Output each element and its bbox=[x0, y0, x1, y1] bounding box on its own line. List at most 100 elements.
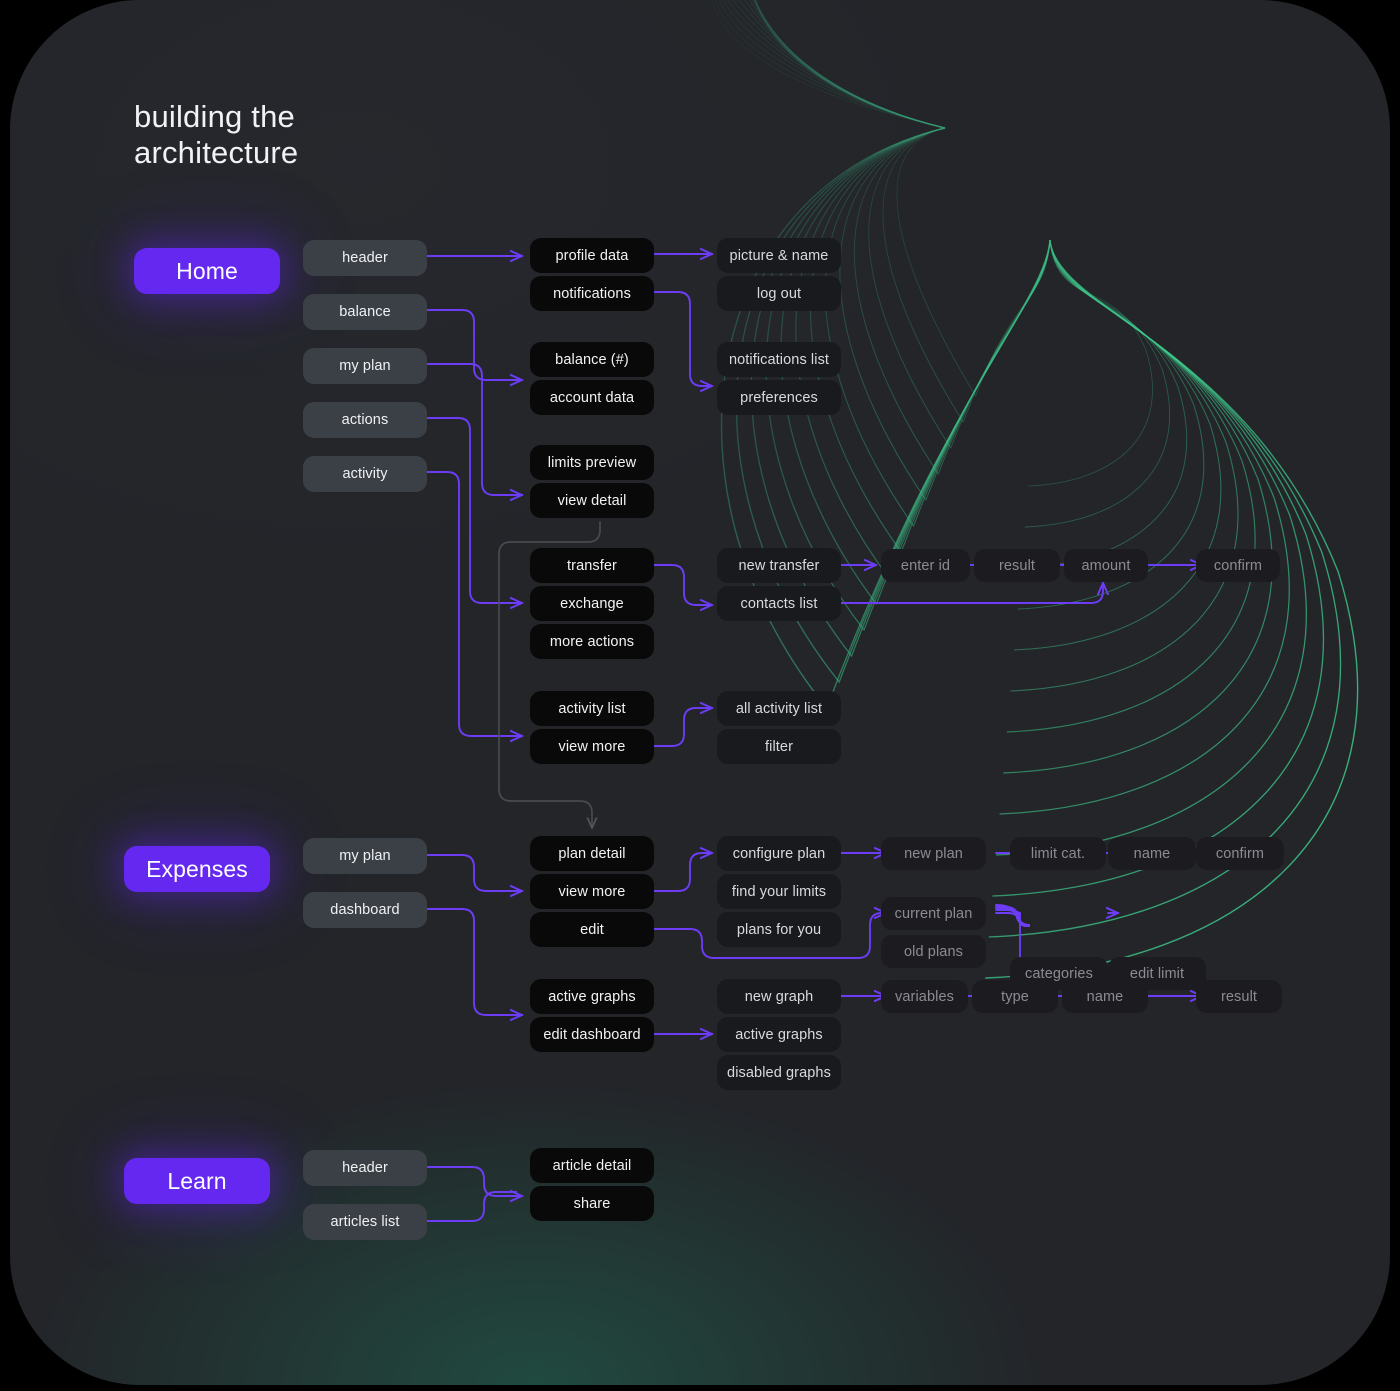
node-label: type bbox=[1001, 988, 1029, 1005]
section-badge-expenses[interactable]: Expenses bbox=[124, 846, 270, 892]
node-label: exchange bbox=[560, 595, 624, 612]
node-label: notifications bbox=[553, 285, 631, 302]
node-transfer-confirm[interactable]: confirm bbox=[1196, 549, 1280, 582]
node-label: activity bbox=[342, 466, 388, 482]
node-plan-edit[interactable]: edit bbox=[530, 912, 654, 947]
node-home-header[interactable]: header bbox=[303, 240, 427, 276]
node-preferences[interactable]: preferences bbox=[717, 380, 841, 415]
node-profile-data[interactable]: profile data bbox=[530, 238, 654, 273]
node-enter-id[interactable]: enter id bbox=[881, 549, 970, 582]
node-label: limit cat. bbox=[1030, 845, 1086, 862]
node-active-graphs[interactable]: active graphs bbox=[530, 979, 654, 1014]
node-label: header bbox=[342, 1160, 388, 1176]
node-graph-type[interactable]: type bbox=[972, 980, 1058, 1013]
node-graphs-active[interactable]: active graphs bbox=[717, 1017, 841, 1052]
section-badge-home[interactable]: Home bbox=[134, 248, 280, 294]
node-label: confirm bbox=[1215, 845, 1265, 862]
node-label: name bbox=[1086, 988, 1124, 1005]
node-learn-header[interactable]: header bbox=[303, 1150, 427, 1186]
node-limits-preview[interactable]: limits preview bbox=[530, 445, 654, 480]
node-transfer-result[interactable]: result bbox=[974, 549, 1060, 582]
node-activity-list[interactable]: activity list bbox=[530, 691, 654, 726]
node-plan-detail[interactable]: plan detail bbox=[530, 836, 654, 871]
node-articles-list[interactable]: articles list bbox=[303, 1204, 427, 1240]
node-label: new transfer bbox=[738, 557, 820, 574]
node-label: account data bbox=[549, 389, 635, 406]
node-amount[interactable]: amount bbox=[1064, 549, 1148, 582]
node-label: active graphs bbox=[548, 988, 636, 1005]
node-label: dashboard bbox=[330, 902, 400, 918]
node-label: new plan bbox=[904, 845, 963, 862]
node-graph-result[interactable]: result bbox=[1196, 980, 1282, 1013]
node-label: disabled graphs bbox=[727, 1064, 831, 1081]
node-disabled-graphs[interactable]: disabled graphs bbox=[717, 1055, 841, 1090]
node-limit-cat[interactable]: limit cat. bbox=[1010, 837, 1106, 870]
node-filter[interactable]: filter bbox=[717, 729, 841, 764]
node-label: filter bbox=[765, 738, 793, 755]
node-balance-count[interactable]: balance (#) bbox=[530, 342, 654, 377]
node-view-detail[interactable]: view detail bbox=[530, 483, 654, 518]
node-edit-dashboard[interactable]: edit dashboard bbox=[530, 1017, 654, 1052]
node-label: more actions bbox=[549, 633, 635, 650]
node-variables[interactable]: variables bbox=[881, 980, 968, 1013]
node-notifications-list[interactable]: notifications list bbox=[717, 342, 841, 377]
node-expenses-dashboard[interactable]: dashboard bbox=[303, 892, 427, 928]
node-label: preferences bbox=[740, 389, 818, 406]
node-label: articles list bbox=[330, 1214, 400, 1230]
node-plan-view-more[interactable]: view more bbox=[530, 874, 654, 909]
node-label: view more bbox=[558, 738, 626, 755]
node-label: name bbox=[1133, 845, 1171, 862]
node-label: result bbox=[998, 557, 1036, 574]
node-contacts-list[interactable]: contacts list bbox=[717, 586, 841, 621]
node-label: balance bbox=[339, 304, 391, 320]
node-label: enter id bbox=[900, 557, 951, 574]
node-new-graph[interactable]: new graph bbox=[717, 979, 841, 1014]
node-label: profile data bbox=[555, 247, 629, 264]
node-old-plans[interactable]: old plans bbox=[881, 935, 986, 968]
node-label: plan detail bbox=[558, 845, 626, 862]
node-account-data[interactable]: account data bbox=[530, 380, 654, 415]
node-home-my-plan[interactable]: my plan bbox=[303, 348, 427, 384]
node-label: configure plan bbox=[732, 845, 826, 862]
node-current-plan[interactable]: current plan bbox=[881, 897, 986, 930]
node-label: log out bbox=[756, 285, 802, 302]
node-label: current plan bbox=[894, 905, 973, 922]
node-label: confirm bbox=[1213, 557, 1263, 574]
node-new-transfer[interactable]: new transfer bbox=[717, 548, 841, 583]
node-label: view more bbox=[558, 883, 626, 900]
node-label: my plan bbox=[339, 848, 391, 864]
node-more-actions[interactable]: more actions bbox=[530, 624, 654, 659]
node-label: all activity list bbox=[735, 700, 823, 717]
node-label: header bbox=[342, 250, 388, 266]
node-find-your-limits[interactable]: find your limits bbox=[717, 874, 841, 909]
node-new-plan[interactable]: new plan bbox=[881, 837, 986, 870]
node-all-activity-list[interactable]: all activity list bbox=[717, 691, 841, 726]
node-transfer[interactable]: transfer bbox=[530, 548, 654, 583]
node-home-actions[interactable]: actions bbox=[303, 402, 427, 438]
node-label: notifications list bbox=[728, 351, 830, 368]
node-share[interactable]: share bbox=[530, 1186, 654, 1221]
node-graph-name[interactable]: name bbox=[1062, 980, 1148, 1013]
node-label: transfer bbox=[567, 557, 617, 574]
node-log-out[interactable]: log out bbox=[717, 276, 841, 311]
node-home-activity[interactable]: activity bbox=[303, 456, 427, 492]
node-notifications[interactable]: notifications bbox=[530, 276, 654, 311]
node-plans-for-you[interactable]: plans for you bbox=[717, 912, 841, 947]
node-label: article detail bbox=[552, 1157, 632, 1174]
section-badge-learn[interactable]: Learn bbox=[124, 1158, 270, 1204]
node-label: active graphs bbox=[735, 1026, 823, 1043]
node-label: share bbox=[573, 1195, 611, 1212]
node-label: activity list bbox=[558, 700, 626, 717]
page-title: building the architecture bbox=[134, 99, 299, 170]
section-label: Home bbox=[176, 257, 238, 284]
node-plan-confirm[interactable]: confirm bbox=[1196, 837, 1284, 870]
node-article-detail[interactable]: article detail bbox=[530, 1148, 654, 1183]
node-label: actions bbox=[341, 412, 389, 428]
node-exchange[interactable]: exchange bbox=[530, 586, 654, 621]
node-picture-and-name[interactable]: picture & name bbox=[717, 238, 841, 273]
node-plan-name[interactable]: name bbox=[1108, 837, 1196, 870]
node-configure-plan[interactable]: configure plan bbox=[717, 836, 841, 871]
node-home-balance[interactable]: balance bbox=[303, 294, 427, 330]
node-activity-view-more[interactable]: view more bbox=[530, 729, 654, 764]
node-expenses-my-plan[interactable]: my plan bbox=[303, 838, 427, 874]
